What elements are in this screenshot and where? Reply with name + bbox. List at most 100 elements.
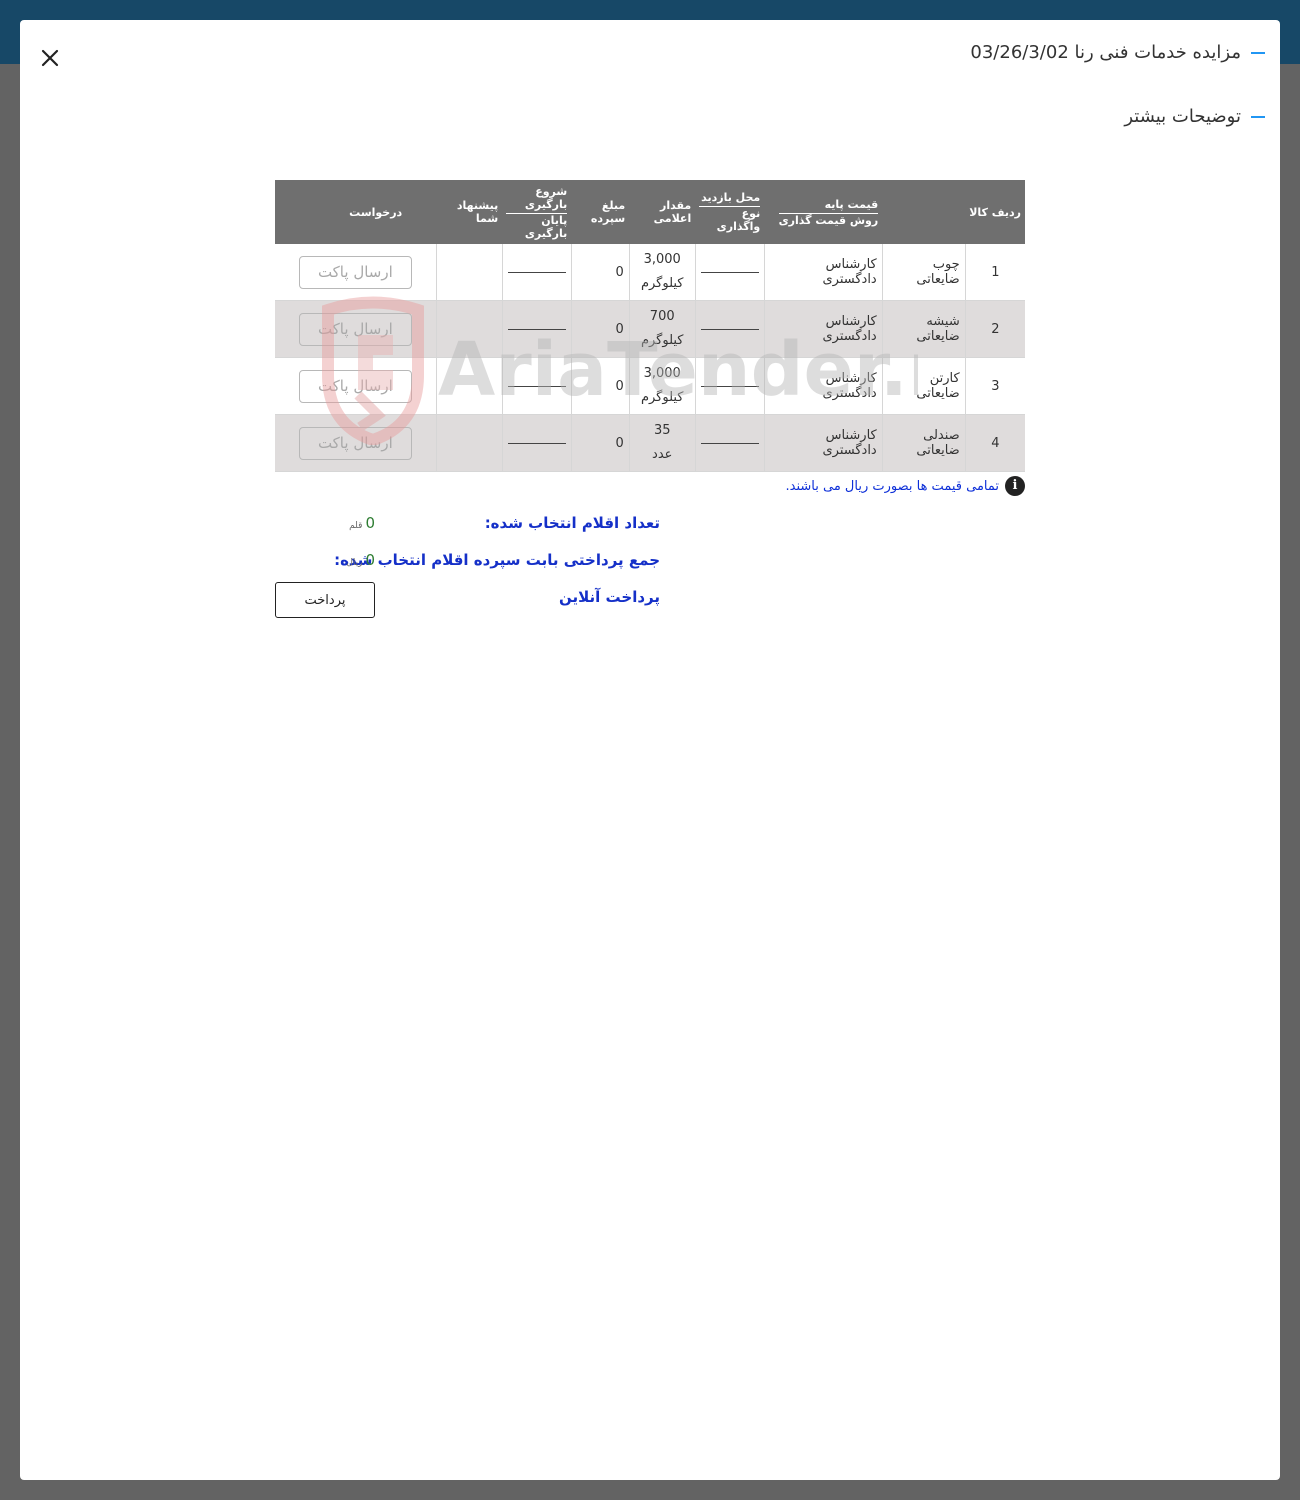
col-request: درخواست	[275, 180, 437, 244]
modal-title-text: مزایده خدمات فنی رنا 03/26/3/02	[970, 42, 1241, 63]
row-number-text: 3	[991, 378, 1000, 394]
pay-button[interactable]: پرداخت	[275, 582, 375, 618]
modal-dialog: مزایده خدمات فنی رنا 03/26/3/02 توضیحات …	[20, 20, 1280, 1480]
qty-unit: عدد	[652, 447, 673, 462]
col-loading-start-label: شروع بارگیری	[506, 185, 568, 214]
col-deposit-label: مبلغ سپرده	[590, 199, 626, 225]
send-envelope-button[interactable]: ارسال پاکت	[298, 255, 412, 289]
deposit-value: 0	[615, 321, 624, 337]
empty-dash	[507, 385, 566, 387]
empty-dash	[507, 442, 566, 444]
item-name: صندلی ضایعاتی	[881, 414, 966, 472]
selected-count-label: تعداد اقلام انتخاب شده:	[484, 514, 660, 532]
col-pricing-method-label: روش قیمت گذاری	[778, 213, 879, 227]
loading-dates	[501, 244, 572, 301]
col-request-label: درخواست	[349, 205, 403, 219]
col-announced-qty: مقدار اعلامی	[629, 180, 696, 244]
empty-dash	[700, 385, 759, 387]
visit-location	[694, 244, 765, 301]
pricing-method-text: کارشناس دادگستری	[822, 371, 877, 401]
item-name-text: صندلی ضایعاتی	[916, 428, 960, 458]
pricing-method: کارشناس دادگستری	[763, 357, 883, 415]
qty-unit: کیلوگرم	[640, 333, 684, 348]
row-number-text: 2	[991, 321, 1000, 337]
col-your-offer: پیشنهاد شما	[436, 180, 503, 244]
more-details-toggle[interactable]: توضیحات بیشتر	[1124, 106, 1265, 127]
item-name-text: چوب ضایعاتی	[916, 257, 960, 287]
visit-location	[694, 414, 765, 472]
deposit-value: 0	[615, 378, 624, 394]
table-row: 2 شیشه ضایعاتی کارشناس دادگستری 700 کیلوگرم 0…	[275, 300, 1025, 358]
announced-qty: 700 کیلوگرم	[628, 300, 696, 358]
deposit-value: 0	[615, 435, 624, 451]
row-number-text: 4	[991, 435, 1000, 451]
total-deposit-unit: ریال	[346, 558, 363, 568]
col-base-price: قیمت پایه روش قیمت گذاری	[764, 180, 883, 244]
empty-dash	[700, 328, 759, 330]
your-offer	[435, 357, 503, 415]
col-deposit: مبلغ سپرده	[571, 180, 630, 244]
col-announced-qty-label: مقدار اعلامی	[653, 199, 692, 225]
deposit-amount: 0	[570, 357, 630, 415]
empty-dash	[507, 271, 566, 273]
pricing-method-text: کارشناس دادگستری	[822, 314, 877, 344]
total-deposit-value: 0ریال	[346, 551, 375, 569]
pricing-method: کارشناس دادگستری	[763, 244, 883, 301]
empty-dash	[700, 271, 759, 273]
col-loading: شروع بارگیری پایان بارگیری	[502, 180, 572, 244]
col-assignment-type-label: نوع واگذاری	[716, 207, 761, 233]
items-table: ردیف کالا قیمت پایه روش قیمت گذاری محل با…	[275, 180, 1025, 472]
announced-qty: 3,000 کیلوگرم	[628, 244, 696, 301]
request-cell: ارسال پاکت	[275, 414, 437, 472]
deposit-amount: 0	[570, 300, 630, 358]
table-header-row: ردیف کالا قیمت پایه روش قیمت گذاری محل با…	[275, 180, 1025, 244]
send-envelope-button[interactable]: ارسال پاکت	[298, 312, 412, 346]
row-number: 1	[964, 244, 1025, 301]
table-row: 3 کارتن ضایعاتی کارشناس دادگستری 3,000 کیلوگ…	[275, 357, 1025, 415]
request-cell: ارسال پاکت	[275, 357, 437, 415]
col-base-price-label: قیمت پایه	[778, 198, 879, 214]
row-number: 3	[964, 357, 1025, 415]
qty-unit: کیلوگرم	[640, 276, 684, 291]
col-visit-location-label: محل بازدید	[699, 191, 761, 207]
title-dash	[1251, 51, 1265, 54]
item-name: چوب ضایعاتی	[881, 244, 966, 301]
row-number: 4	[964, 414, 1025, 472]
col-your-offer-label: پیشنهاد شما	[456, 199, 499, 225]
toggle-dash-icon	[1251, 115, 1265, 118]
qty-value: 3,000	[643, 366, 681, 381]
col-loading-end-label: پایان بارگیری	[524, 213, 568, 240]
modal-title: مزایده خدمات فنی رنا 03/26/3/02	[970, 42, 1265, 63]
your-offer	[435, 300, 503, 358]
send-envelope-button[interactable]: ارسال پاکت	[298, 426, 412, 460]
item-name-text: شیشه ضایعاتی	[916, 314, 960, 344]
row-number-text: 1	[991, 264, 1000, 280]
close-icon[interactable]	[38, 46, 62, 70]
pricing-method: کارشناس دادگستری	[763, 300, 883, 358]
prices-note-text: تمامی قیمت ها بصورت ریال می باشند.	[785, 478, 1000, 494]
item-name: کارتن ضایعاتی	[881, 357, 966, 415]
loading-dates	[501, 300, 572, 358]
qty-unit: کیلوگرم	[640, 390, 684, 405]
qty-value: 3,000	[643, 252, 681, 267]
online-payment-label: پرداخت آنلاین	[558, 588, 660, 606]
selected-count-unit: قلم	[349, 521, 363, 531]
visit-location	[694, 357, 765, 415]
empty-dash	[507, 328, 566, 330]
deposit-amount: 0	[570, 244, 630, 301]
request-cell: ارسال پاکت	[275, 300, 437, 358]
pricing-method: کارشناس دادگستری	[763, 414, 883, 472]
total-deposit-label: جمع پرداختی بابت سپرده اقلام انتخاب شده:	[334, 551, 660, 569]
visit-location	[694, 300, 765, 358]
more-details-label: توضیحات بیشتر	[1124, 106, 1241, 127]
prices-note: i تمامی قیمت ها بصورت ریال می باشند.	[785, 476, 1025, 496]
send-envelope-button[interactable]: ارسال پاکت	[298, 369, 412, 403]
your-offer	[435, 414, 503, 472]
announced-qty: 3,000 کیلوگرم	[628, 357, 696, 415]
loading-dates	[501, 357, 572, 415]
empty-dash	[700, 442, 759, 444]
info-icon: i	[1005, 476, 1025, 496]
col-item-label: کالا	[969, 205, 988, 219]
loading-dates	[501, 414, 572, 472]
announced-qty: 35 عدد	[628, 414, 696, 472]
